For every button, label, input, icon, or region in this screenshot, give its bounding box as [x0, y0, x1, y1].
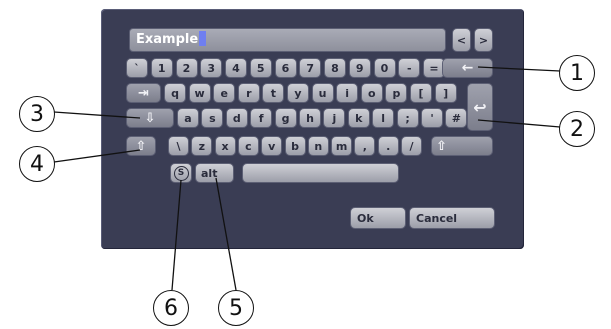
callout-1: 1 [559, 55, 595, 91]
callout-3: 3 [19, 96, 55, 132]
callout-leader-lines [53, 66, 561, 291]
callout-4: 4 [19, 146, 55, 182]
callout-5: 5 [218, 290, 254, 326]
callout-6: 6 [153, 290, 189, 326]
callout-2: 2 [559, 111, 595, 147]
